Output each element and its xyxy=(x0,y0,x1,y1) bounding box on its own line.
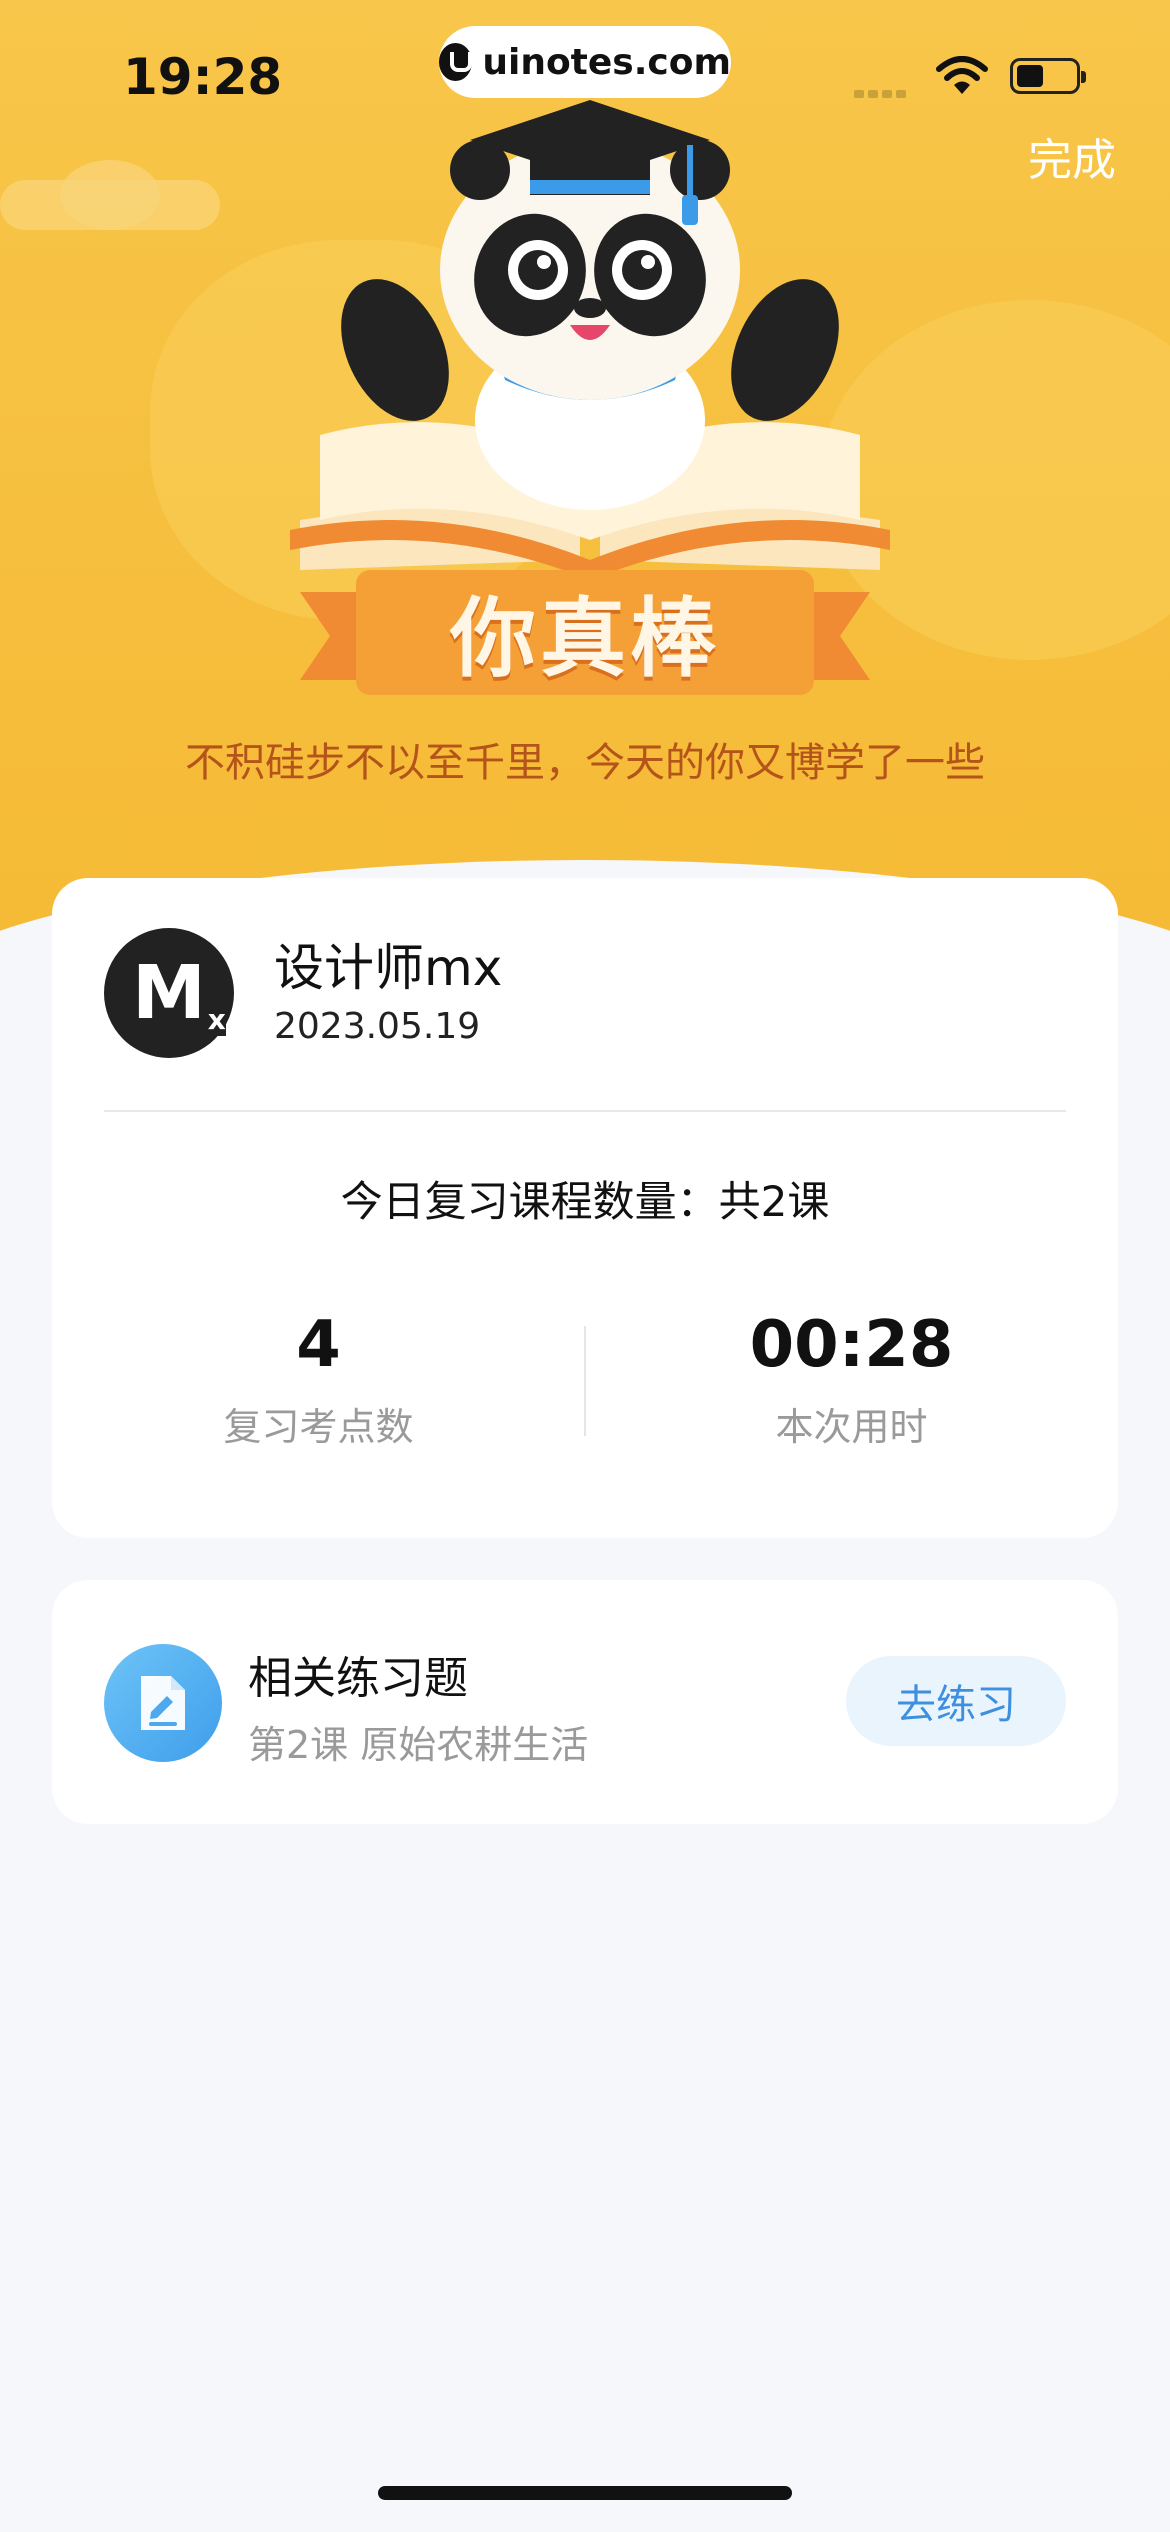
home-indicator[interactable] xyxy=(378,2486,792,2500)
cloud-decoration xyxy=(60,160,160,230)
review-date: 2023.05.19 xyxy=(274,1006,481,1047)
stat-label: 本次用时 xyxy=(775,1405,928,1449)
exercise-subtitle: 第2课 原始农耕生活 xyxy=(248,1723,589,1767)
status-time: 19:28 xyxy=(123,48,283,106)
stat-label: 复习考点数 xyxy=(223,1405,414,1449)
url-pill: uinotes.com xyxy=(439,26,731,98)
battery-icon xyxy=(1010,58,1086,94)
stat-review-points: 4 复习考点数 xyxy=(52,1308,585,1451)
stat-value: 4 xyxy=(296,1308,341,1382)
review-summary-card: Mx 设计师mx 2023.05.19 今日复习课程数量：共2课 4 复习考点数… xyxy=(52,878,1118,1538)
site-logo-icon xyxy=(439,43,473,81)
signal-icon xyxy=(854,83,914,98)
url-text: uinotes.com xyxy=(482,41,731,83)
user-name: 设计师mx xyxy=(274,939,503,997)
banner-title: 你真棒 xyxy=(450,589,720,689)
banner-subtitle: 不积硅步不以至千里，今天的你又博学了一些 xyxy=(185,740,985,786)
avatar[interactable]: Mx xyxy=(104,928,234,1058)
exercise-card[interactable]: 相关练习题 第2课 原始农耕生活 去练习 xyxy=(52,1580,1118,1824)
avatar-letter: Mx xyxy=(132,950,226,1036)
stat-time-used: 00:28 本次用时 xyxy=(585,1308,1118,1451)
done-button[interactable]: 完成 xyxy=(1028,124,1116,188)
divider xyxy=(104,1110,1066,1112)
stat-value: 00:28 xyxy=(749,1308,954,1382)
go-practice-button[interactable]: 去练习 xyxy=(846,1656,1066,1746)
review-count-text: 今日复习课程数量：共2课 xyxy=(340,1177,830,1226)
wifi-icon xyxy=(936,56,988,94)
avatar-sub: x xyxy=(207,1003,226,1036)
exercise-title: 相关练习题 xyxy=(248,1653,468,1704)
document-icon xyxy=(104,1644,222,1762)
